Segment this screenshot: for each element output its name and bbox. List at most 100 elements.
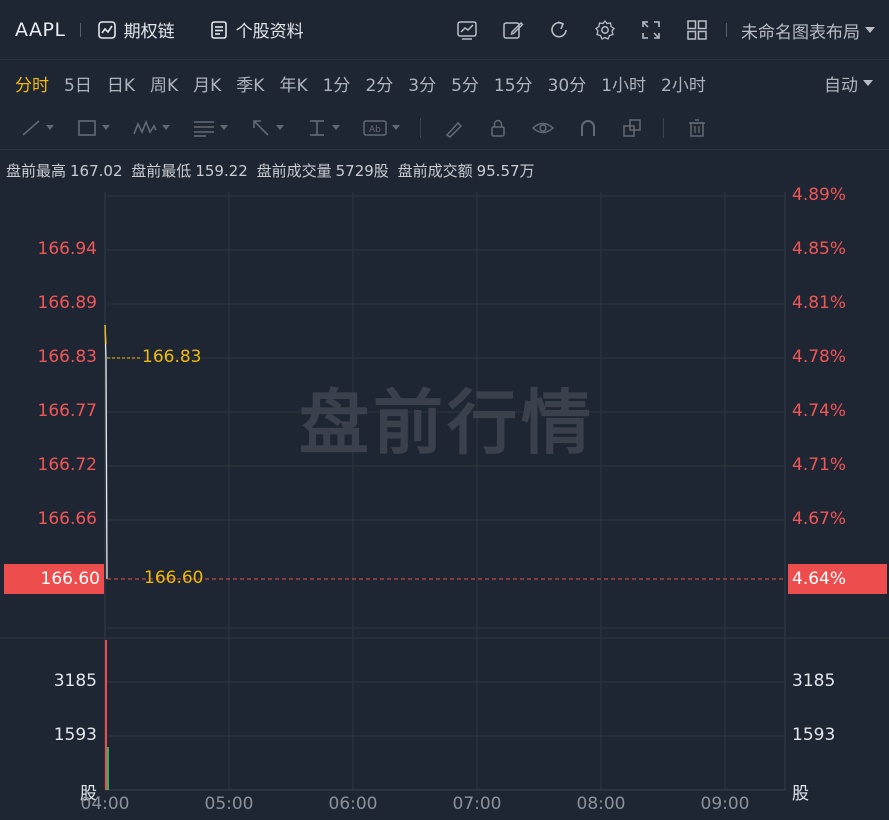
tab-period[interactable]: 3分 — [408, 71, 436, 96]
tab-period[interactable]: 分时 — [15, 71, 49, 96]
tab-period[interactable]: 周K — [150, 71, 178, 96]
divider — [726, 23, 727, 37]
brush-icon — [445, 121, 463, 138]
lock-tool[interactable] — [487, 118, 509, 138]
price-axis-label: 166.89 — [37, 293, 97, 313]
percent-axis-label: 4.78% — [792, 347, 847, 367]
volume-unit-label: 股 — [792, 784, 809, 804]
chevron-down-icon — [102, 125, 110, 130]
layout-name-label: 未命名图表布局 — [741, 22, 860, 43]
period-tabs: 分时 5日 日K 周K 月K 季K 年K 1分 2分 3分 5分 15分 30分… — [0, 60, 889, 106]
intraday-chart[interactable]: 盘前行情 166.94 166.89 166.83 166.77 166.72 … — [0, 184, 889, 820]
tab-period[interactable]: 季K — [236, 71, 264, 96]
stock-symbol[interactable]: AAPL — [15, 19, 66, 41]
chevron-down-icon — [863, 80, 873, 86]
percent-axis-label: 4.74% — [792, 401, 847, 421]
time-axis-label: 09:00 — [700, 794, 750, 814]
edit-icon[interactable] — [502, 19, 524, 41]
tab-period[interactable]: 30分 — [548, 71, 587, 96]
tab-period[interactable]: 5分 — [451, 71, 479, 96]
magnet-tool[interactable] — [577, 118, 599, 138]
refresh-icon[interactable] — [548, 19, 570, 41]
fullscreen-icon[interactable] — [640, 19, 662, 41]
tab-period[interactable]: 年K — [279, 71, 307, 96]
wave-tool[interactable] — [132, 118, 170, 138]
premarket-high-value: 167.02 — [70, 162, 123, 180]
premarket-high-label: 盘前最高 — [6, 162, 67, 180]
layers-tool[interactable] — [621, 118, 643, 138]
tab-period[interactable]: 2分 — [365, 71, 393, 96]
divider — [663, 117, 664, 138]
tab-period[interactable]: 日K — [107, 71, 135, 96]
percent-axis-label: 4.85% — [792, 239, 847, 259]
tab-period[interactable]: 1小时 — [601, 71, 646, 96]
magnet-icon — [581, 119, 595, 136]
price-axis-label: 166.77 — [37, 401, 97, 421]
trash-icon — [689, 118, 705, 137]
brush-tool[interactable] — [443, 118, 465, 138]
tab-period[interactable]: 5日 — [64, 71, 92, 96]
indicator-icon[interactable] — [456, 19, 478, 41]
tab-period[interactable]: 15分 — [494, 71, 533, 96]
premarket-amount-label: 盘前成交额 — [397, 162, 473, 180]
text-cursor-tool[interactable] — [306, 118, 340, 138]
visibility-tool[interactable] — [531, 118, 555, 138]
volume-axis-label: 3185 — [53, 671, 97, 691]
tab-period[interactable]: 1分 — [323, 71, 351, 96]
percent-axis-label: 4.81% — [792, 293, 847, 313]
arrow-tool[interactable] — [250, 118, 284, 138]
stock-profile-label: 个股资料 — [235, 22, 304, 42]
rectangle-icon — [78, 119, 96, 136]
fib-lines-icon — [194, 120, 214, 137]
text-cursor-icon — [310, 119, 324, 136]
trend-line-icon — [22, 119, 40, 136]
time-axis-label: 04:00 — [80, 794, 130, 814]
trend-line-tool[interactable] — [20, 118, 54, 138]
chevron-down-icon — [865, 27, 875, 33]
current-price-badge: 166.60 — [4, 564, 104, 594]
rectangle-tool[interactable] — [76, 118, 110, 138]
fib-tool[interactable] — [192, 118, 228, 138]
auto-scale-dropdown[interactable]: 自动 — [824, 60, 873, 106]
top-right-tools: 未命名图表布局 — [456, 0, 875, 60]
price-axis-label: 166.66 — [37, 509, 97, 529]
high-price-tag: 166.83 — [142, 347, 202, 367]
stock-profile-button[interactable]: 个股资料 — [209, 17, 304, 42]
percent-axis-label: 4.71% — [792, 455, 847, 475]
chart-box-icon — [97, 20, 116, 39]
chevron-down-icon — [392, 125, 400, 130]
chart-grid — [0, 192, 889, 791]
tab-period[interactable]: 月K — [193, 71, 221, 96]
arrow-icon — [253, 119, 269, 136]
price-axis-label: 166.83 — [37, 347, 97, 367]
options-chain-button[interactable]: 期权链 — [97, 17, 175, 42]
tab-period[interactable]: 2小时 — [661, 71, 706, 96]
premarket-volume-label: 盘前成交量 — [256, 162, 332, 180]
eye-icon — [531, 122, 555, 133]
time-axis-label: 06:00 — [328, 794, 378, 814]
premarket-volume-value: 5729股 — [335, 162, 389, 180]
label-tool[interactable]: Ab — [362, 118, 400, 138]
volume-bar — [105, 640, 107, 790]
percent-axis-label: 4.89% — [792, 185, 847, 205]
chevron-down-icon — [220, 125, 228, 130]
layout-dropdown[interactable]: 未命名图表布局 — [741, 18, 875, 43]
volume-bar — [107, 747, 109, 790]
chevron-down-icon — [332, 125, 340, 130]
premarket-amount-value: 95.57万 — [476, 162, 535, 180]
gear-icon[interactable] — [594, 19, 616, 41]
premarket-low-value: 159.22 — [195, 162, 248, 180]
divider — [79, 22, 81, 37]
percent-axis-label: 4.67% — [792, 509, 847, 529]
volume-axis-label: 1593 — [792, 725, 836, 745]
chevron-down-icon — [276, 125, 284, 130]
premarket-summary: 盘前最高 167.02 盘前最低 159.22 盘前成交量 5729股 盘前成交额 95… — [6, 160, 539, 181]
price-axis-label: 166.94 — [37, 239, 97, 259]
chevron-down-icon — [46, 125, 54, 130]
time-axis-label: 08:00 — [576, 794, 626, 814]
delete-tool[interactable] — [686, 118, 708, 138]
grid-layout-icon[interactable] — [686, 19, 708, 41]
volume-axis-label: 3185 — [792, 671, 836, 691]
auto-label: 自动 — [824, 75, 858, 96]
price-axis-label: 166.72 — [37, 455, 97, 475]
